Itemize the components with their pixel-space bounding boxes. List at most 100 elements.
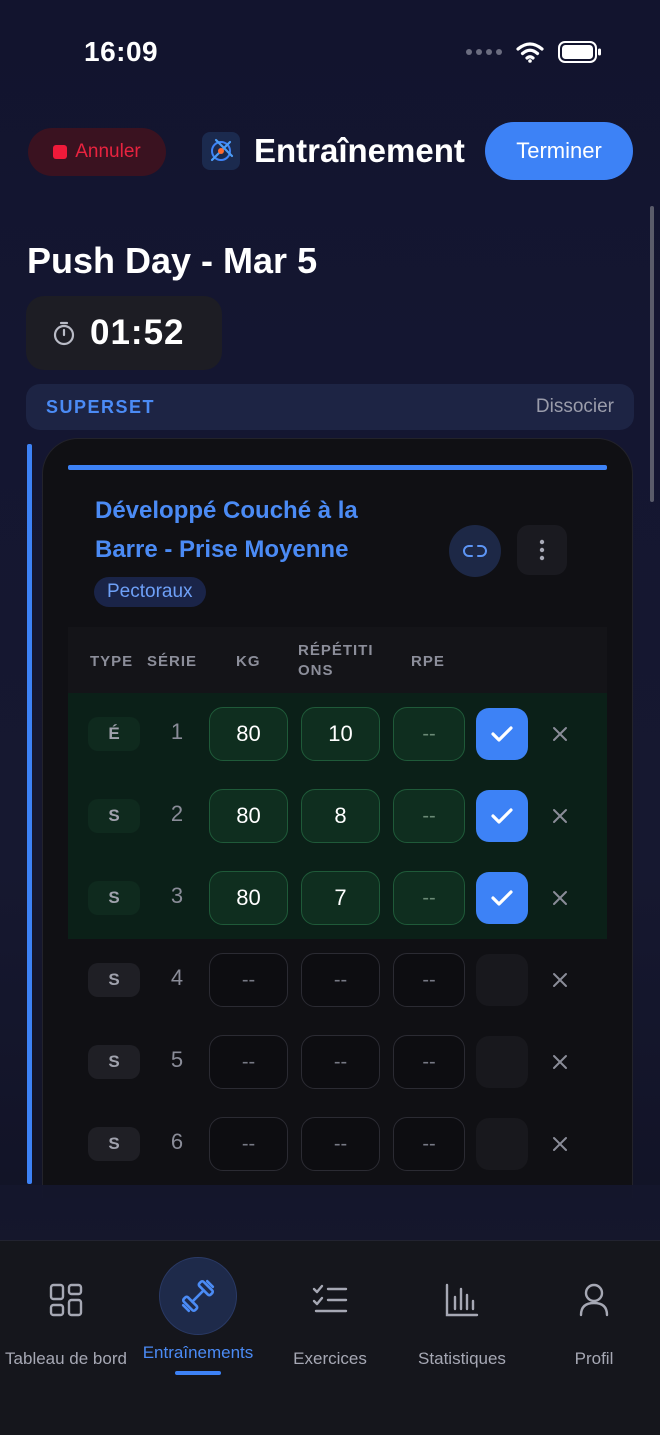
superset-label: SUPERSET: [46, 396, 156, 417]
dumbbell-icon: [181, 1279, 215, 1313]
delete-set-button[interactable]: [546, 1047, 574, 1077]
set-type-badge[interactable]: S: [88, 1127, 140, 1161]
complete-set-checkbox[interactable]: [476, 708, 528, 760]
close-icon: [553, 727, 567, 741]
set-number: 6: [170, 1129, 184, 1154]
weight-input[interactable]: 80: [209, 707, 288, 761]
delete-set-button[interactable]: [546, 965, 574, 995]
rpe-input[interactable]: --: [393, 707, 465, 761]
workout-timer: 01:52: [26, 296, 222, 370]
exercise-card: Développé Couché à la Barre - Prise Moye…: [42, 438, 633, 1198]
tab-dashboard[interactable]: Tableau de bord: [0, 1241, 132, 1391]
set-type-badge[interactable]: S: [88, 881, 140, 915]
superset-link-button[interactable]: [449, 525, 501, 577]
rpe-input[interactable]: --: [393, 1035, 465, 1089]
status-bar: 16:09: [0, 0, 660, 100]
complete-set-checkbox[interactable]: [476, 1118, 528, 1170]
tab-label: Tableau de bord: [5, 1349, 127, 1368]
exercise-name[interactable]: Développé Couché à la Barre - Prise Moye…: [95, 491, 425, 569]
column-rpe: RPE: [411, 653, 445, 670]
wifi-icon: [516, 42, 544, 63]
battery-icon: [558, 41, 601, 63]
checkmark-icon: [491, 808, 513, 824]
reps-input[interactable]: 8: [301, 789, 380, 843]
complete-set-checkbox[interactable]: [476, 872, 528, 924]
reps-input[interactable]: --: [301, 1117, 380, 1171]
link-icon: [463, 545, 487, 557]
set-row: S 3 80 7 --: [68, 857, 607, 939]
complete-set-checkbox[interactable]: [476, 954, 528, 1006]
dashboard-icon: [49, 1283, 83, 1317]
cellular-signal-icon: [466, 49, 502, 55]
rpe-input[interactable]: --: [393, 1117, 465, 1171]
checkmark-icon: [491, 726, 513, 742]
reps-input[interactable]: --: [301, 953, 380, 1007]
active-tab-indicator: [175, 1371, 221, 1375]
set-row: S 6 -- -- --: [68, 1103, 607, 1185]
set-row: S 2 80 8 --: [68, 775, 607, 857]
set-row: É 1 80 10 --: [68, 693, 607, 775]
set-number: 1: [170, 719, 184, 744]
more-options-button[interactable]: [517, 525, 567, 575]
set-type-badge[interactable]: É: [88, 717, 140, 751]
status-time: 16:09: [84, 36, 159, 67]
weight-input[interactable]: 80: [209, 789, 288, 843]
cancel-label: Annuler: [75, 141, 141, 162]
reps-input[interactable]: 7: [301, 871, 380, 925]
close-icon: [553, 1055, 567, 1069]
reps-input[interactable]: --: [301, 1035, 380, 1089]
weight-input[interactable]: 80: [209, 871, 288, 925]
set-number: 3: [170, 883, 184, 908]
stopwatch-icon: [53, 321, 75, 346]
weight-input[interactable]: --: [209, 953, 288, 1007]
tab-label: Entraînements: [142, 1343, 254, 1362]
delete-set-button[interactable]: [546, 719, 574, 749]
workout-title[interactable]: Push Day - Mar 5: [27, 240, 317, 282]
rpe-input[interactable]: --: [393, 953, 465, 1007]
delete-set-button[interactable]: [546, 1129, 574, 1159]
profile-icon: [579, 1283, 609, 1317]
column-kg: KG: [236, 653, 261, 670]
tab-profile[interactable]: Profil: [528, 1241, 660, 1391]
complete-set-checkbox[interactable]: [476, 790, 528, 842]
set-number: 4: [170, 965, 184, 990]
close-icon: [553, 1137, 567, 1151]
delete-set-button[interactable]: [546, 801, 574, 831]
rpe-input[interactable]: --: [393, 789, 465, 843]
delete-set-button[interactable]: [546, 883, 574, 913]
complete-set-checkbox[interactable]: [476, 1036, 528, 1088]
column-reps-line1: RÉPÉTITI: [298, 642, 374, 659]
card-accent-line: [68, 465, 607, 470]
active-tab-bubble: [159, 1257, 237, 1335]
cancel-button[interactable]: Annuler: [28, 128, 166, 176]
set-row: S 5 -- -- --: [68, 1021, 607, 1103]
page-title: Entraînement: [254, 132, 465, 169]
column-set: SÉRIE: [147, 653, 198, 670]
close-icon: [553, 809, 567, 823]
app-logo-icon: [202, 132, 240, 170]
finish-button[interactable]: Terminer: [485, 122, 633, 180]
superset-accent-line: [27, 444, 32, 1184]
rpe-input[interactable]: --: [393, 871, 465, 925]
muscle-tag: Pectoraux: [94, 577, 206, 607]
set-number: 2: [170, 801, 184, 826]
set-number: 5: [170, 1047, 184, 1072]
status-icons: [466, 40, 602, 64]
scrollbar[interactable]: [650, 206, 654, 502]
checkmark-icon: [491, 890, 513, 906]
column-type: TYPE: [90, 653, 134, 670]
set-type-badge[interactable]: S: [88, 799, 140, 833]
weight-input[interactable]: --: [209, 1117, 288, 1171]
tab-exercises[interactable]: Exercices: [264, 1241, 396, 1391]
content-fade: [0, 1185, 660, 1245]
timer-value: 01:52: [90, 313, 185, 352]
set-type-badge[interactable]: S: [88, 963, 140, 997]
reps-input[interactable]: 10: [301, 707, 380, 761]
dissociate-button[interactable]: Dissocier: [536, 396, 614, 418]
stop-icon: [53, 145, 68, 159]
tab-label: Profil: [574, 1349, 614, 1368]
tab-statistics[interactable]: Statistiques: [396, 1241, 528, 1391]
tab-workouts[interactable]: Entraînements: [132, 1241, 264, 1391]
set-type-badge[interactable]: S: [88, 1045, 140, 1079]
weight-input[interactable]: --: [209, 1035, 288, 1089]
